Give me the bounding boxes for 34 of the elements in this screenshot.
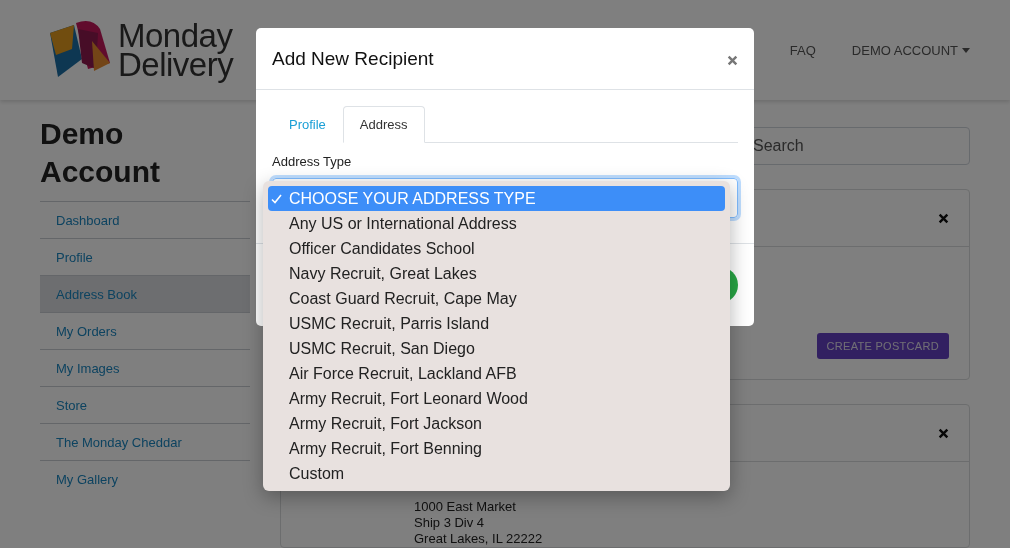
sidebar-item[interactable]: My Orders xyxy=(40,312,250,349)
create-postcard-button[interactable]: CREATE POSTCARD xyxy=(816,333,949,359)
nav-link[interactable]: DEMO ACCOUNT xyxy=(851,42,970,58)
modal-title: Add New Recipient xyxy=(272,47,434,70)
dropdown-option[interactable]: USMC Recruit, Parris Island xyxy=(268,311,725,336)
tab[interactable]: Address xyxy=(342,106,425,143)
caret-icon xyxy=(962,47,970,53)
dropdown-option[interactable]: USMC Recruit, San Diego xyxy=(268,336,725,361)
nav-link[interactable]: FAQ xyxy=(789,42,816,58)
dropdown-option[interactable]: Navy Recruit, Great Lakes xyxy=(268,261,725,286)
dropdown-option[interactable]: Army Recruit, Fort Jackson xyxy=(268,411,725,436)
close-icon[interactable] xyxy=(938,427,949,439)
sidebar-item[interactable]: My Images xyxy=(40,349,250,386)
sidebar-title: Demo Account xyxy=(40,116,161,190)
dropdown-option[interactable]: Any US or International Address xyxy=(268,211,725,236)
dropdown-option[interactable]: Air Force Recruit, Lackland AFB xyxy=(268,361,725,386)
sidebar-item[interactable]: Store xyxy=(40,386,250,423)
address-line: 1000 East Market xyxy=(414,499,517,515)
sidebar-item[interactable]: The Monday Cheddar xyxy=(40,423,250,460)
dropdown-option[interactable]: Custom xyxy=(268,461,725,486)
dropdown-option[interactable]: CHOOSE YOUR ADDRESS TYPE xyxy=(268,186,725,211)
sidebar-item[interactable]: My Gallery xyxy=(40,460,250,497)
sidebar-item[interactable]: Dashboard xyxy=(40,201,250,238)
sidebar-item[interactable]: Address Book xyxy=(40,275,250,312)
dropdown-option[interactable]: Army Recruit, Fort Benning xyxy=(268,436,725,461)
dropdown-option[interactable]: Army Recruit, Fort Leonard Wood xyxy=(268,386,725,411)
address-line: Great Lakes, IL 22222 xyxy=(414,531,544,547)
dropdown-option[interactable]: Coast Guard Recruit, Cape May xyxy=(268,286,725,311)
field-label: Address Type xyxy=(272,154,353,171)
address-line: Ship 3 Div 4 xyxy=(414,515,486,531)
close-icon[interactable] xyxy=(727,54,738,66)
dropdown-option[interactable]: Officer Candidates School xyxy=(268,236,725,261)
close-icon[interactable] xyxy=(938,212,949,224)
check-icon xyxy=(271,193,282,204)
